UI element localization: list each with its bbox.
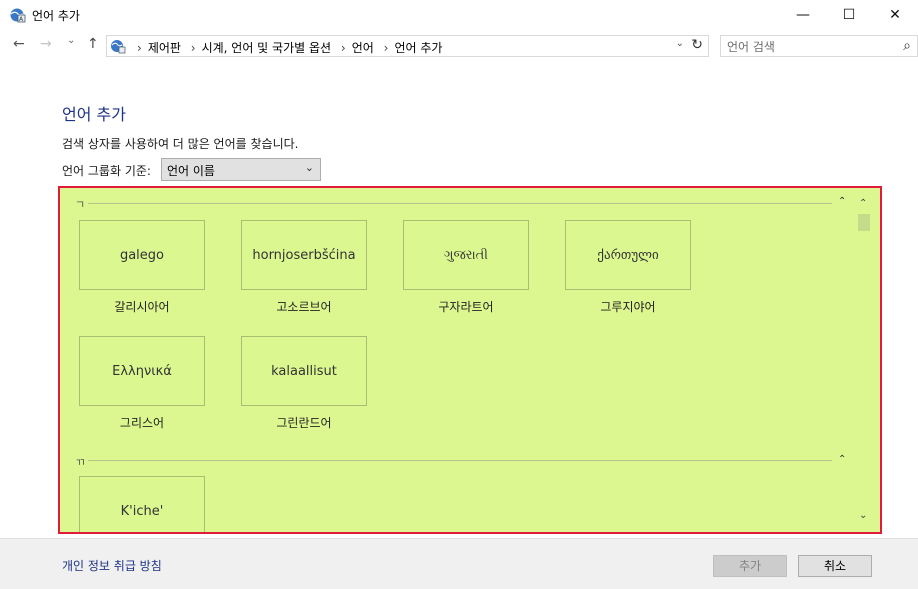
search-box[interactable]: ⌕ <box>720 35 918 57</box>
globe-language-icon: A <box>10 8 26 23</box>
add-button[interactable]: 추가 <box>713 555 787 577</box>
group-by-label: 언어 그룹화 기준: <box>62 164 151 178</box>
scroll-down-icon[interactable]: ⌄ <box>859 510 867 521</box>
language-name-label: 그린란드어 <box>276 416 332 430</box>
language-name-label: 그루지야어 <box>600 300 656 314</box>
minimize-button[interactable]: — <box>780 0 826 30</box>
breadcrumb-control-panel[interactable]: 제어판 <box>148 41 181 55</box>
control-panel-icon <box>111 40 126 54</box>
page-title: 언어 추가 <box>62 105 126 124</box>
up-button[interactable]: ↑ <box>87 36 99 52</box>
title-bar: A 언어 추가 — ☐ ✕ <box>0 0 918 30</box>
collapse-section-icon[interactable]: ⌃ <box>838 196 846 207</box>
scroll-up-icon[interactable]: ⌃ <box>859 198 867 209</box>
back-button[interactable]: ← <box>13 36 25 52</box>
section-divider <box>88 460 832 461</box>
language-name-label: 구자라트어 <box>438 300 494 314</box>
vertical-scrollbar[interactable]: ⌃ ⌄ <box>857 198 874 524</box>
breadcrumb: › 제어판 › 시계, 언어 및 국가별 옵션 › 언어 › 언어 추가 <box>131 39 442 56</box>
privacy-policy-link[interactable]: 개인 정보 취급 방침 <box>62 557 162 574</box>
breadcrumb-separator: › <box>340 41 346 55</box>
section-header-letter: ㄲ <box>75 456 86 469</box>
breadcrumb-language[interactable]: 언어 <box>352 41 374 55</box>
group-by-select[interactable]: 언어 이름 ⌄ <box>161 158 321 181</box>
breadcrumb-clock-language-region[interactable]: 시계, 언어 및 국가별 옵션 <box>202 41 331 55</box>
breadcrumb-separator: › <box>137 41 142 55</box>
language-name-label: 그리스어 <box>119 416 165 430</box>
collapse-section-icon[interactable]: ⌃ <box>838 454 846 465</box>
language-tile-greek[interactable]: Ελληνικά <box>79 336 205 406</box>
recent-locations-button[interactable]: ⌄ <box>67 35 75 46</box>
cancel-button[interactable]: 취소 <box>798 555 872 577</box>
forward-button[interactable]: → <box>40 36 52 52</box>
section-divider <box>88 203 832 204</box>
language-name-label: 갈리시아어 <box>114 300 170 314</box>
scrollbar-thumb[interactable] <box>858 214 870 231</box>
maximize-button[interactable]: ☐ <box>826 0 872 30</box>
group-by-value: 언어 이름 <box>167 164 215 178</box>
language-tile-upper-sorbian[interactable]: hornjoserbšćina <box>241 220 367 290</box>
breadcrumb-separator: › <box>383 41 389 55</box>
refresh-icon[interactable]: ↻ <box>691 37 703 53</box>
address-bar[interactable]: › 제어판 › 시계, 언어 및 국가별 옵션 › 언어 › 언어 추가 ⌄ ↻ <box>106 35 709 57</box>
footer-bar: 개인 정보 취급 방침 추가 취소 <box>0 538 918 589</box>
search-input[interactable] <box>725 37 889 57</box>
breadcrumb-add-language[interactable]: 언어 추가 <box>394 41 442 55</box>
language-name-label: 고소르브어 <box>276 300 332 314</box>
close-button[interactable]: ✕ <box>872 0 918 30</box>
language-tile-greenlandic[interactable]: kalaallisut <box>241 336 367 406</box>
breadcrumb-separator: › <box>190 41 196 55</box>
language-tile-kiche[interactable]: K'iche' <box>79 476 205 532</box>
window-title: 언어 추가 <box>32 9 80 23</box>
language-tile-gujarati[interactable]: ગુજરાતી <box>403 220 529 290</box>
page-description: 검색 상자를 사용하여 더 많은 언어를 찾습니다. <box>62 137 299 151</box>
language-tile-galician[interactable]: galego <box>79 220 205 290</box>
language-tile-georgian[interactable]: ქართული <box>565 220 691 290</box>
search-icon[interactable]: ⌕ <box>903 38 911 54</box>
address-dropdown-icon[interactable]: ⌄ <box>676 38 684 49</box>
section-header-letter: ㄱ <box>75 198 86 211</box>
language-list-panel: ㄱ ⌃ galego 갈리시아어 hornjoserbšćina 고소르브어 ગ… <box>58 186 882 534</box>
chevron-down-icon: ⌄ <box>304 161 314 174</box>
